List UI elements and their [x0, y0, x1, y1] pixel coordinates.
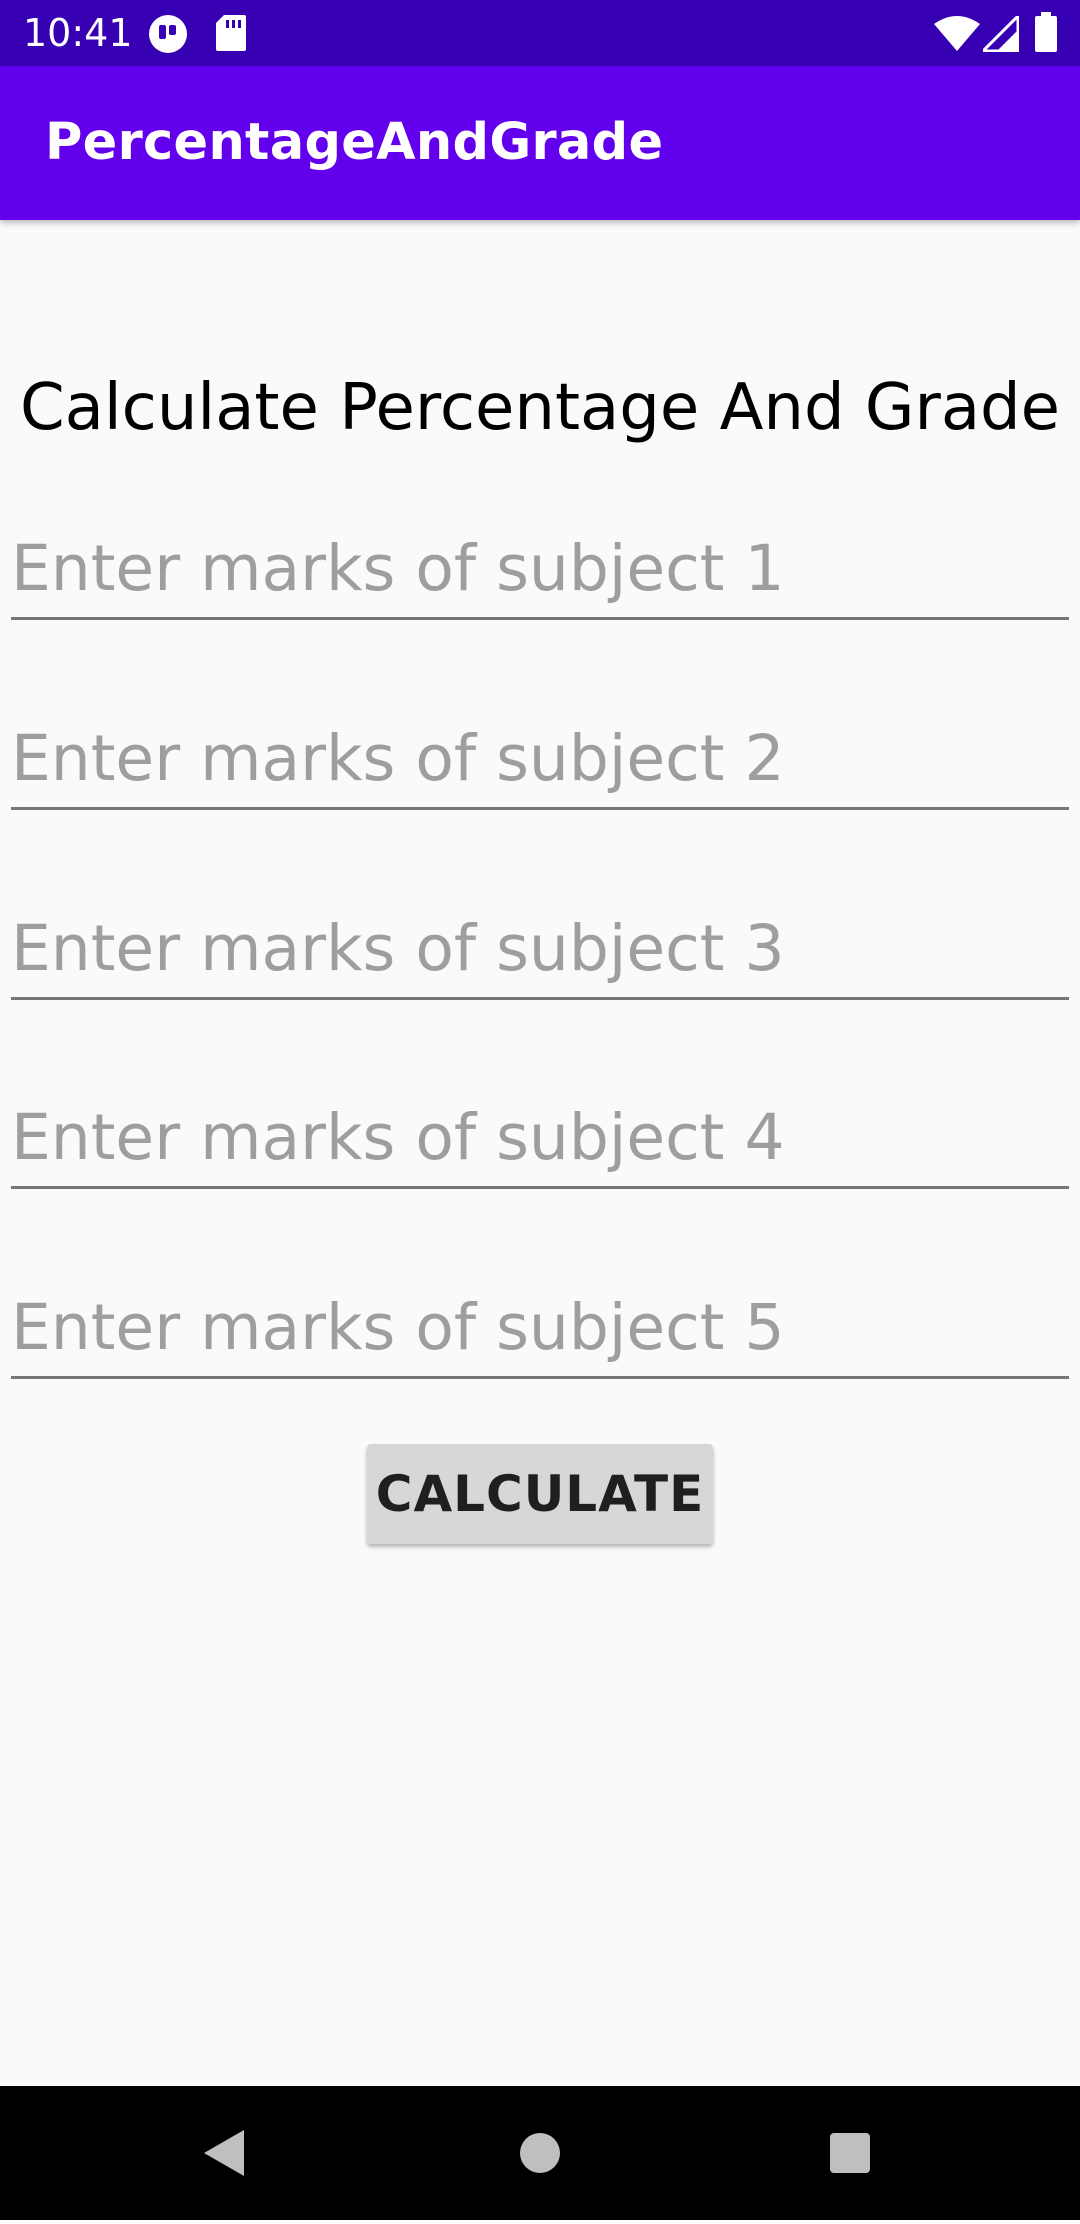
- system-nav-bar: [0, 2086, 1080, 2220]
- main-content: Calculate Percentage And Grade CALCULATE: [0, 220, 1080, 2086]
- back-icon[interactable]: [146, 2086, 306, 2220]
- app-notification-icon: [148, 14, 188, 58]
- cellular-signal-icon: [979, 12, 1020, 56]
- home-icon[interactable]: [460, 2086, 620, 2220]
- status-bar: 10:41: [0, 0, 1080, 66]
- subject-1-marks-input[interactable]: [11, 520, 1069, 620]
- subject-2-marks-input[interactable]: [11, 710, 1069, 810]
- app-title: PercentageAndGrade: [45, 113, 664, 172]
- battery-icon: [1035, 12, 1057, 56]
- recents-icon[interactable]: [770, 2086, 930, 2220]
- page-heading: Calculate Percentage And Grade: [19, 371, 1061, 445]
- subject-4-marks-input[interactable]: [11, 1089, 1069, 1189]
- wifi-icon: [934, 16, 980, 56]
- subject-3-marks-input[interactable]: [11, 900, 1069, 1000]
- subject-5-marks-input[interactable]: [11, 1279, 1069, 1379]
- sd-card-icon: [215, 14, 247, 56]
- calculate-button[interactable]: CALCULATE: [367, 1444, 713, 1544]
- status-time: 10:41: [23, 11, 133, 55]
- app-bar: PercentageAndGrade: [0, 66, 1080, 220]
